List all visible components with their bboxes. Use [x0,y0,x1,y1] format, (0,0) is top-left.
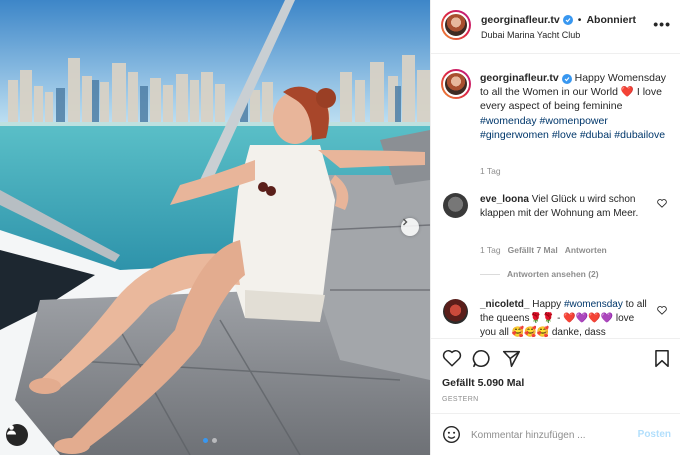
post-side-panel: georginafleur.tv • Abonniert Dubai Marin… [430,0,680,455]
comment-like-icon[interactable] [657,199,667,211]
comment-meta: 1 Tag Gefällt 7 Mal Antworten [480,245,607,255]
view-replies-label: Antworten ansehen (2) [507,269,599,279]
header-separator: • [577,14,582,26]
replies-divider [480,273,500,275]
comment-text: eve_loona Viel Glück u wird schon klappe… [480,193,650,221]
share-icon[interactable] [502,349,521,371]
tagged-users-button[interactable] [6,424,28,446]
comment-text: _nicoletd_ Happy #womensday to all the q… [480,298,650,338]
post-header: georginafleur.tv • Abonniert Dubai Marin… [431,0,680,54]
caption-username[interactable]: georginafleur.tv [480,72,559,84]
next-image-button[interactable] [401,218,419,236]
hashtag-link[interactable]: #love [552,129,577,141]
comment-like-icon[interactable] [657,306,667,318]
likes-count[interactable]: Gefällt 5.090 Mal [442,377,524,389]
post-comment-button[interactable]: Posten [638,429,671,440]
verified-badge-icon [561,74,572,84]
comment-reply-button[interactable]: Antworten [565,245,607,255]
yacht-photo-illustration [0,0,430,455]
hashtag-link[interactable]: #womenday [480,115,537,127]
heart-emoji: ❤️ [620,86,634,99]
comment-input[interactable] [471,426,631,444]
add-comment-bar: Posten [431,413,680,455]
heart-icon[interactable] [442,349,462,370]
hashtag-link[interactable]: #dubailove [614,129,665,141]
author-row: georginafleur.tv • Abonniert [481,14,636,26]
commenter-avatar[interactable] [443,193,468,218]
bookmark-icon[interactable] [654,349,670,371]
caption-text: georginafleur.tv Happy Womensday to all … [480,71,670,142]
hashtag-link[interactable]: #dubai [580,129,612,141]
carousel-indicator [203,438,217,443]
author-avatar[interactable] [441,10,471,40]
view-replies-button[interactable]: Antworten ansehen (2) [480,269,599,279]
chevron-right-icon [403,218,408,226]
comment-body: Happy [532,299,562,310]
more-options-icon[interactable]: ••• [653,16,671,32]
hashtag-link[interactable]: #womensday [564,299,623,310]
comment-like-count[interactable]: Gefällt 7 Mal [508,245,558,255]
hashtag-link[interactable]: #womenpower [540,115,608,127]
comment-timestamp[interactable]: 1 Tag [480,245,501,255]
commenter-username[interactable]: _nicoletd_ [480,299,529,310]
post-actions: Gefällt 5.090 Mal GESTERN [431,338,680,413]
user-tag-icon [7,425,16,435]
caption-timestamp[interactable]: 1 Tag [480,166,501,176]
post-photo[interactable] [0,0,430,455]
caption-avatar[interactable] [441,69,471,99]
carousel-dot-active [203,438,208,443]
comment-icon[interactable] [472,349,491,371]
follow-status-button[interactable]: Abonniert [586,14,636,26]
post-location[interactable]: Dubai Marina Yacht Club [481,30,580,40]
hashtag-link[interactable]: #gingerwomen [480,129,549,141]
commenter-username[interactable]: eve_loona [480,194,529,205]
carousel-dot [212,438,217,443]
emoji-icon[interactable] [442,425,461,447]
verified-badge-icon [562,15,573,25]
commenter-avatar[interactable] [443,299,468,324]
post-date[interactable]: GESTERN [442,396,479,403]
author-username[interactable]: georginafleur.tv [481,14,560,26]
comments-list[interactable]: georginafleur.tv Happy Womensday to all … [431,55,680,338]
